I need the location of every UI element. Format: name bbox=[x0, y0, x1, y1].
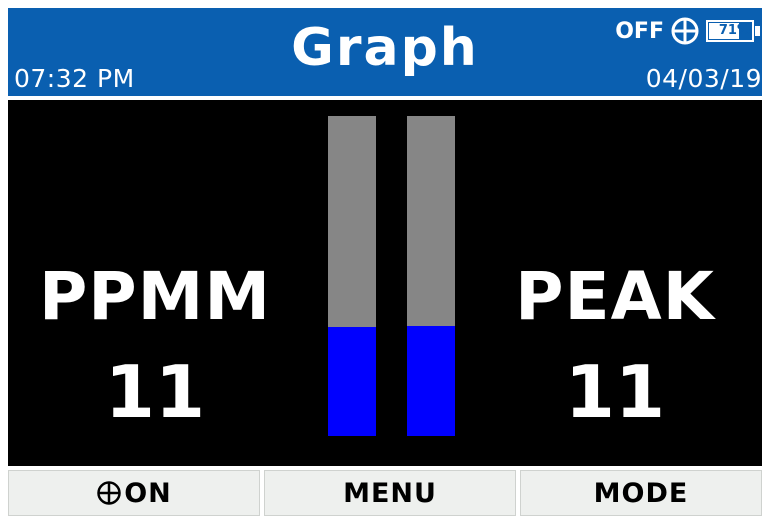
gps-status-text: OFF bbox=[615, 18, 664, 44]
peak-bar-fill bbox=[407, 326, 455, 436]
battery-icon: 71% bbox=[706, 20, 760, 42]
menu-label: MENU bbox=[343, 477, 437, 509]
clock-date: 04/03/19 bbox=[645, 64, 762, 93]
gas-detector-screen: 07:32 PM Graph OFF 71% 04/03/19 PPMM 11 bbox=[0, 0, 762, 516]
mode-label: MODE bbox=[593, 477, 689, 509]
gps-on-button[interactable]: ON bbox=[8, 470, 260, 516]
crosshair-circle-icon bbox=[670, 16, 700, 46]
gps-on-label: ON bbox=[124, 477, 172, 509]
menu-button[interactable]: MENU bbox=[264, 470, 516, 516]
battery-percent: 71% bbox=[718, 23, 750, 38]
crosshair-circle-icon bbox=[96, 480, 122, 506]
battery-tip bbox=[755, 26, 760, 36]
graph-panel: PPMM 11 PEAK 11 bbox=[8, 100, 762, 466]
status-area: OFF 71% bbox=[615, 14, 760, 48]
softkey-bar: ON MENU MODE bbox=[0, 466, 762, 516]
mode-button[interactable]: MODE bbox=[520, 470, 762, 516]
ppmm-label: PPMM bbox=[38, 258, 272, 335]
peak-value: 11 bbox=[564, 350, 666, 434]
peak-label: PEAK bbox=[515, 258, 715, 335]
header-bar: 07:32 PM Graph OFF 71% 04/03/19 bbox=[8, 8, 762, 96]
peak-bar bbox=[407, 116, 455, 436]
ppmm-bar-fill bbox=[328, 327, 376, 436]
ppmm-bar bbox=[328, 116, 376, 436]
ppmm-value: 11 bbox=[104, 350, 206, 434]
